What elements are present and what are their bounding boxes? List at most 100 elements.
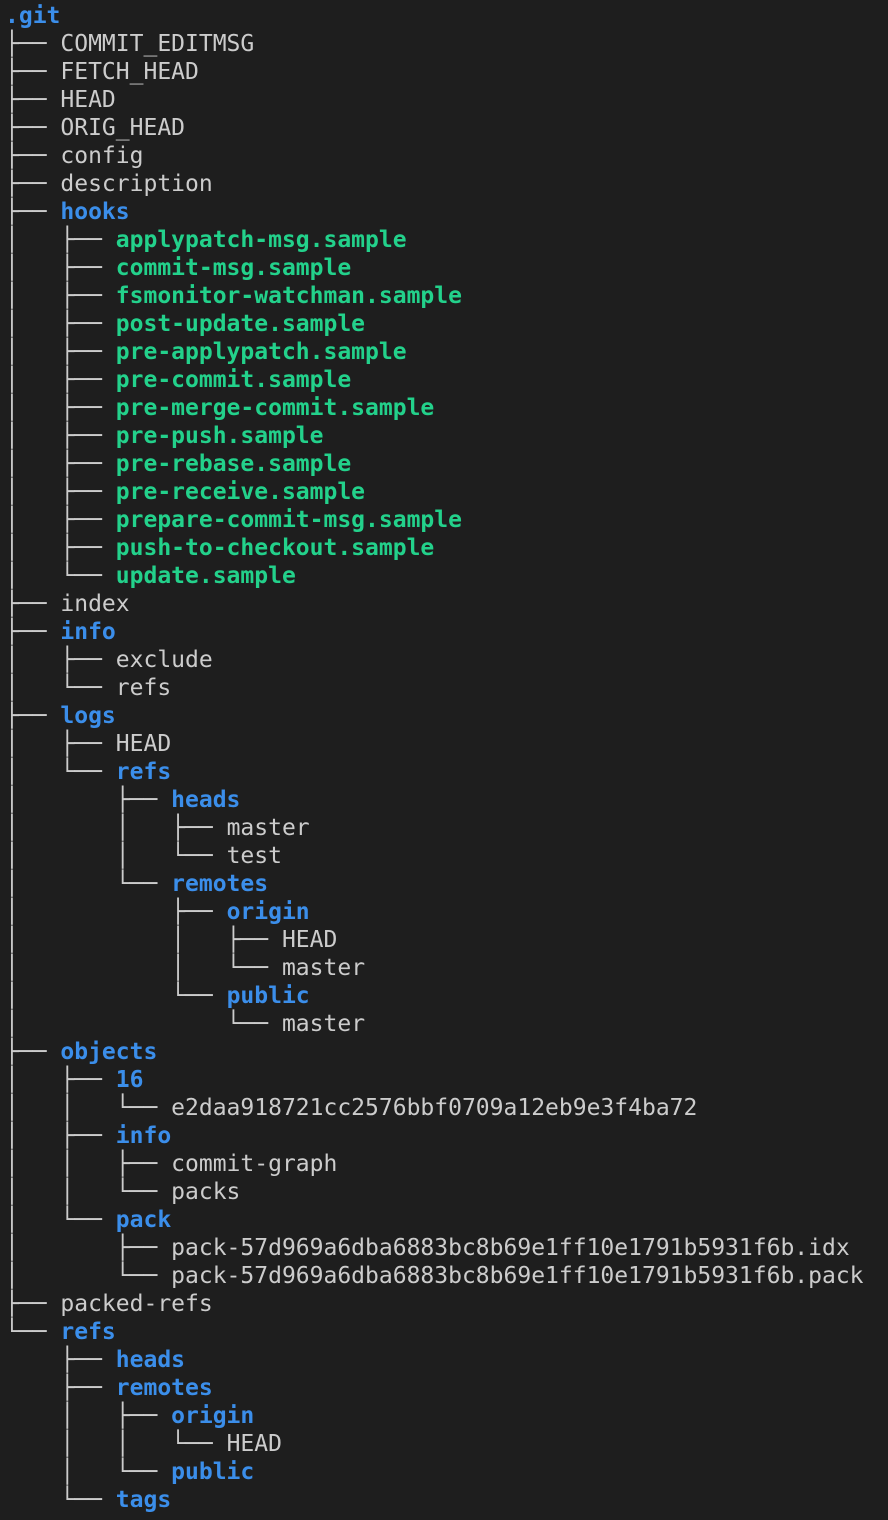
- executable-file-name: update.sample: [115, 563, 296, 589]
- file-name: pack-57d969a6dba6883bc8b69e1ff10e1791b59…: [171, 1263, 864, 1289]
- tree-branch-connector: │ ├──: [5, 1235, 172, 1261]
- tree-file-row: │ ├── prepare-commit-msg.sample: [5, 506, 864, 534]
- tree-branch-connector: │ ├──: [5, 1403, 172, 1429]
- tree-file-row: │ ├── push-to-checkout.sample: [5, 534, 864, 562]
- executable-file-name: pre-rebase.sample: [115, 451, 352, 477]
- tree-file-row: ├── ORIG_HEAD: [5, 114, 864, 142]
- tree-directory-row: ├── logs: [5, 702, 864, 730]
- tree-branch-connector: ├──: [5, 591, 61, 617]
- tree-file-row: │ └── update.sample: [5, 562, 864, 590]
- directory-name: heads: [171, 787, 241, 813]
- terminal-output: .git ├── COMMIT_EDITMSG ├── FETCH_HEAD ├── …: [5, 2, 864, 1514]
- tree-branch-connector: ├──: [5, 1347, 116, 1373]
- tree-directory-row: ├── remotes: [5, 1374, 864, 1402]
- tree-branch-connector: │ ├──: [5, 339, 116, 365]
- tree-directory-row: │ └── refs: [5, 758, 864, 786]
- directory-name: refs: [115, 759, 172, 785]
- tree-file-row: │ │ ├── commit-graph: [5, 1150, 864, 1178]
- file-name: HEAD: [281, 927, 338, 953]
- file-name: ORIG_HEAD: [60, 115, 186, 141]
- tree-branch-connector: │ │ └──: [5, 843, 227, 869]
- tree-branch-connector: ├──: [5, 59, 61, 85]
- directory-name: remotes: [171, 871, 269, 897]
- tree-branch-connector: │ └──: [5, 1207, 116, 1233]
- tree-branch-connector: │ │ └──: [5, 1431, 227, 1457]
- tree-file-row: ├── COMMIT_EDITMSG: [5, 30, 864, 58]
- tree-directory-row: ├── info: [5, 618, 864, 646]
- tree-branch-connector: │ ├──: [5, 1123, 116, 1149]
- tree-branch-connector: │ ├──: [5, 283, 116, 309]
- tree-branch-connector: ├──: [5, 87, 61, 113]
- tree-branch-connector: ├──: [5, 703, 61, 729]
- tree-branch-connector: │ ├──: [5, 647, 116, 673]
- file-name: HEAD: [226, 1431, 282, 1457]
- tree-file-row: │ ├── post-update.sample: [5, 310, 864, 338]
- directory-name: remotes: [115, 1375, 213, 1401]
- tree-branch-connector: │ ├──: [5, 731, 116, 757]
- tree-file-row: │ ├── pre-merge-commit.sample: [5, 394, 864, 422]
- tree-directory-row: ├── heads: [5, 1346, 864, 1374]
- tree-file-row: │ ├── pre-commit.sample: [5, 366, 864, 394]
- tree-file-row: │ ├── applypatch-msg.sample: [5, 226, 864, 254]
- file-name: HEAD: [60, 87, 116, 113]
- executable-file-name: fsmonitor-watchman.sample: [115, 283, 462, 309]
- file-name: refs: [115, 675, 172, 701]
- tree-branch-connector: ├──: [5, 171, 61, 197]
- tree-branch-connector: │ ├──: [5, 1067, 116, 1093]
- tree-file-row: │ │ ├── HEAD: [5, 926, 864, 954]
- tree-branch-connector: │ │ ├──: [5, 815, 227, 841]
- tree-branch-connector: ├──: [5, 31, 61, 57]
- file-name: packed-refs: [60, 1291, 213, 1317]
- tree-file-row: │ └── pack-57d969a6dba6883bc8b69e1ff10e1…: [5, 1262, 864, 1290]
- tree-branch-connector: │ ├──: [5, 395, 116, 421]
- tree-branch-connector: ├──: [5, 1375, 116, 1401]
- tree-directory-row: │ ├── heads: [5, 786, 864, 814]
- executable-file-name: post-update.sample: [115, 311, 366, 337]
- file-name: pack-57d969a6dba6883bc8b69e1ff10e1791b59…: [171, 1235, 850, 1261]
- tree-branch-connector: ├──: [5, 143, 61, 169]
- tree-branch-connector: │ └──: [5, 871, 172, 897]
- tree-branch-connector: │ └──: [5, 675, 116, 701]
- tree-branch-connector: │ ├──: [5, 535, 116, 561]
- tree-file-row: │ ├── pre-rebase.sample: [5, 450, 864, 478]
- tree-file-row: │ ├── exclude: [5, 646, 864, 674]
- tree-directory-row: │ └── remotes: [5, 870, 864, 898]
- tree-file-row: │ ├── pack-57d969a6dba6883bc8b69e1ff10e1…: [5, 1234, 864, 1262]
- tree-branch-connector: │ ├──: [5, 787, 172, 813]
- tree-file-row: │ ├── pre-push.sample: [5, 422, 864, 450]
- tree-file-row: │ │ ├── master: [5, 814, 864, 842]
- file-name: index: [60, 591, 130, 617]
- directory-name: 16: [115, 1067, 144, 1093]
- tree-branch-connector: └──: [5, 1319, 61, 1345]
- file-name: config: [60, 143, 144, 169]
- directory-name: pack: [115, 1207, 172, 1233]
- directory-name: heads: [115, 1347, 186, 1373]
- tree-directory-row: .git: [5, 2, 864, 30]
- tree-branch-connector: │ └──: [5, 1011, 282, 1037]
- tree-branch-connector: │ ├──: [5, 507, 116, 533]
- tree-file-row: │ └── master: [5, 1010, 864, 1038]
- tree-branch-connector: ├──: [5, 1291, 61, 1317]
- tree-directory-row: └── tags: [5, 1486, 864, 1514]
- tree-branch-connector: │ │ └──: [5, 955, 282, 981]
- tree-branch-connector: ├──: [5, 1039, 61, 1065]
- executable-file-name: pre-commit.sample: [115, 367, 352, 393]
- tree-branch-connector: │ │ ├──: [5, 927, 282, 953]
- file-name: master: [281, 955, 366, 981]
- tree-file-row: │ │ └── e2daa918721cc2576bbf0709a12eb9e3…: [5, 1094, 864, 1122]
- tree-branch-connector: │ └──: [5, 759, 116, 785]
- tree-branch-connector: │ ├──: [5, 311, 116, 337]
- directory-name: logs: [60, 703, 116, 729]
- tree-branch-connector: │ └──: [5, 1263, 172, 1289]
- tree-directory-row: │ ├── origin: [5, 1402, 864, 1430]
- tree-file-row: │ ├── HEAD: [5, 730, 864, 758]
- tree-file-row: │ ├── commit-msg.sample: [5, 254, 864, 282]
- executable-file-name: applypatch-msg.sample: [115, 227, 407, 253]
- tree-file-row: ├── packed-refs: [5, 1290, 864, 1318]
- tree-directory-row: │ └── public: [5, 982, 864, 1010]
- tree-branch-connector: │ ├──: [5, 227, 116, 253]
- tree-branch-connector: │ │ ├──: [5, 1151, 172, 1177]
- tree-branch-connector: ├──: [5, 199, 61, 225]
- file-name: HEAD: [115, 731, 172, 757]
- directory-name: hooks: [60, 199, 130, 225]
